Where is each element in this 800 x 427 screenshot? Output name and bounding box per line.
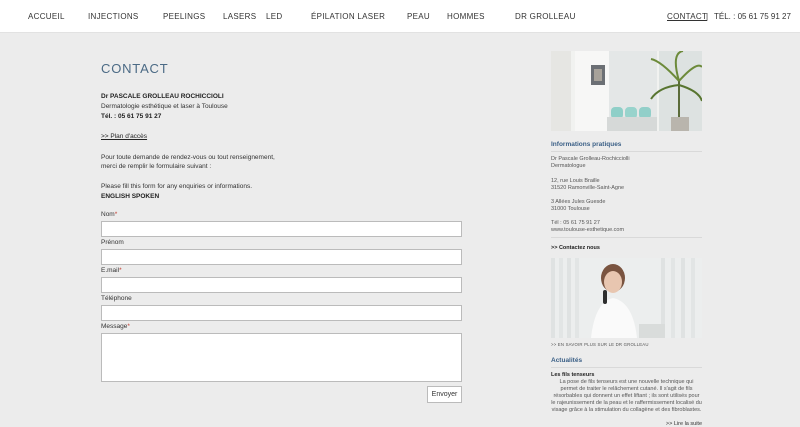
top-navigation: ACCUEIL INJECTIONS PEELINGS LASERS LED É… — [0, 0, 800, 33]
news-body: La pose de fils tenseurs est une nouvell… — [551, 379, 702, 413]
required-mark: * — [119, 267, 122, 274]
nav-item-lasers[interactable]: LASERS — [223, 12, 256, 21]
doctor-subtitle: Dermatologie esthétique et laser à Toulo… — [101, 103, 228, 110]
telephone-label: Téléphone — [101, 295, 132, 302]
nav-item-led[interactable]: LED — [266, 12, 282, 21]
plan-acces-link[interactable]: >> Plan d'accès — [101, 133, 147, 140]
news-divider — [551, 367, 702, 368]
nav-item-peelings[interactable]: PEELINGS — [163, 12, 205, 21]
doctor-name: Dr PASCALE GROLLEAU ROCHICCIOLI — [101, 93, 224, 100]
contactez-nous-link[interactable]: >> Contactez nous — [551, 245, 600, 251]
prenom-input[interactable] — [101, 249, 462, 265]
lire-la-suite-link[interactable]: >> Lire la suite — [666, 421, 702, 427]
doctor-photo-illustration — [551, 258, 702, 338]
clinic-photo-illustration — [551, 51, 702, 131]
info-heading: Informations pratiques — [551, 141, 622, 148]
english-text: Please fill this form for any enquiries … — [101, 183, 253, 190]
intro-line-2: merci de remplir le formulaire suivant : — [101, 163, 212, 170]
news-title[interactable]: Les fils tenseurs — [551, 372, 594, 378]
info-divider — [551, 151, 702, 152]
nav-phone[interactable]: TÉL. : 05 61 75 91 27 — [714, 12, 791, 21]
email-label-text: E.mail — [101, 267, 120, 274]
nav-item-contact[interactable]: CONTACT — [667, 12, 707, 21]
address-2-line-1: 3 Allées Jules Guesde — [551, 199, 606, 205]
en-savoir-plus-link[interactable]: >> EN SAVOIR PLUS SUR LE DR GROLLEAU — [551, 342, 649, 347]
doctor-phone: Tél. : 05 61 75 91 27 — [101, 113, 162, 120]
sidebar-phone: Tél : 05 61 75 91 27 — [551, 220, 600, 226]
nav-item-dr-grolleau[interactable]: DR GROLLEAU — [515, 12, 576, 21]
prenom-label: Prénom — [101, 239, 124, 246]
address-1-line-1: 12, rue Louis Braille — [551, 178, 600, 184]
news-heading: Actualités — [551, 357, 583, 364]
nav-item-hommes[interactable]: HOMMES — [447, 12, 485, 21]
page-title: CONTACT — [101, 61, 169, 76]
email-input[interactable] — [101, 277, 462, 293]
nav-item-accueil[interactable]: ACCUEIL — [28, 12, 65, 21]
address-1-line-2: 31520 Ramonville-Saint-Agne — [551, 185, 625, 191]
required-mark: * — [114, 211, 118, 218]
telephone-input[interactable] — [101, 305, 462, 321]
nav-item-epilation-laser[interactable]: ÉPILATION LASER — [311, 12, 385, 21]
info-title: Dermatologue — [551, 163, 586, 169]
message-label: Message* — [101, 323, 130, 330]
contact-divider — [551, 237, 702, 238]
intro-text: Pour toute demande de rendez-vous ou tou… — [101, 153, 275, 171]
nom-label-text: Nom — [101, 211, 115, 218]
nom-input[interactable] — [101, 221, 462, 237]
clinic-waiting-room-photo — [551, 51, 702, 131]
address-2-line-2: 31000 Toulouse — [551, 206, 590, 212]
english-spoken: ENGLISH SPOKEN — [101, 193, 160, 200]
message-label-text: Message — [101, 323, 128, 330]
nav-item-injections[interactable]: INJECTIONS — [88, 12, 139, 21]
nav-separator: | — [706, 12, 709, 21]
required-mark: * — [127, 323, 130, 330]
doctor-photo[interactable] — [551, 258, 702, 338]
envoyer-button[interactable]: Envoyer — [427, 386, 462, 403]
intro-line-1: Pour toute demande de rendez-vous ou tou… — [101, 154, 275, 161]
nom-label: Nom* — [101, 211, 117, 218]
message-textarea[interactable] — [101, 333, 462, 382]
nav-item-peau[interactable]: PEAU — [407, 12, 430, 21]
email-label: E.mail* — [101, 267, 122, 274]
info-name: Dr Pascale Grolleau-Rochicciolli — [551, 156, 630, 162]
sidebar-website[interactable]: www.toulouse-esthetique.com — [551, 227, 624, 234]
